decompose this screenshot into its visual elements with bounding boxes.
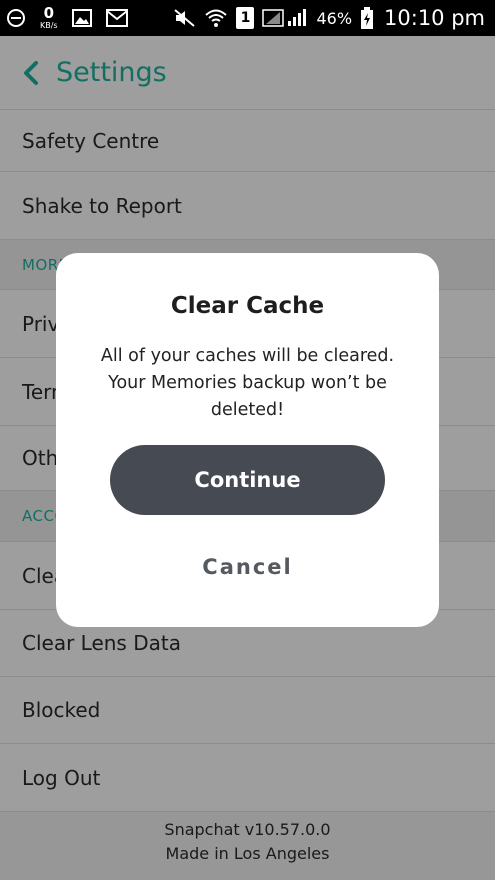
- status-bar-right: 1 46% 10:10 pm: [174, 0, 485, 36]
- network-speed: 0 KB/s: [40, 6, 58, 30]
- clock: 10:10 pm: [384, 6, 485, 30]
- sim-icon: 1: [236, 7, 255, 29]
- gallery-icon: [71, 8, 92, 28]
- dialog-title: Clear Cache: [170, 293, 325, 319]
- status-bar: 0 KB/s 1 46% 10:10 pm: [0, 0, 495, 36]
- status-bar-left: 0 KB/s: [6, 0, 128, 36]
- network-speed-value: 0: [43, 4, 55, 22]
- battery-percent: 46%: [316, 8, 353, 28]
- battery-charging-icon: [360, 7, 374, 29]
- do-not-disturb-icon: [6, 8, 26, 28]
- wifi-icon: [204, 8, 228, 28]
- continue-button[interactable]: Continue: [110, 445, 385, 515]
- mute-icon: [174, 8, 196, 28]
- clear-cache-dialog: Clear Cache All of your caches will be c…: [56, 253, 439, 627]
- signal-icon: [262, 8, 308, 28]
- dialog-message: All of your caches will be cleared. Your…: [100, 346, 395, 420]
- mail-icon: [105, 9, 128, 27]
- cancel-button[interactable]: Cancel: [56, 555, 439, 579]
- network-speed-unit: KB/s: [40, 21, 58, 30]
- sim-label: 1: [240, 10, 251, 26]
